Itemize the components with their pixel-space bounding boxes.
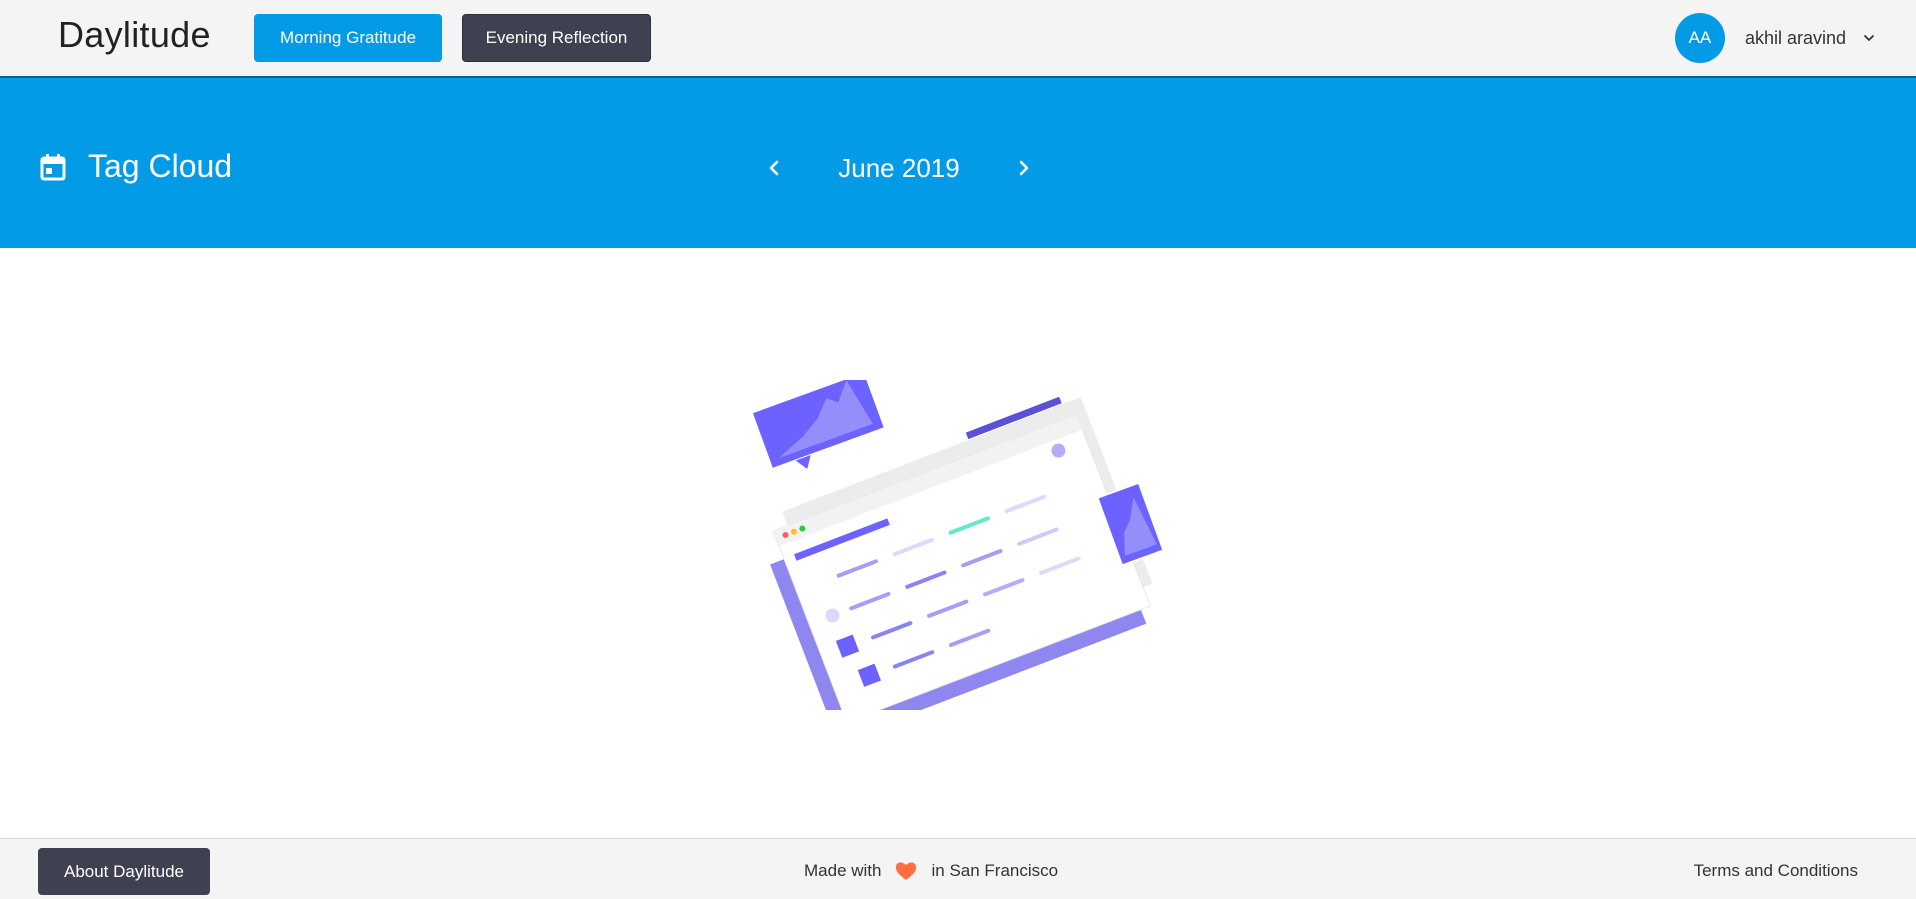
user-menu[interactable]: AA akhil aravind [1674,12,1876,64]
about-button[interactable]: About Daylitude [38,848,210,895]
month-navigator: June 2019 [760,148,1038,188]
current-month: June 2019 [838,152,960,183]
made-with-text: Made with in San Francisco [804,861,1058,881]
evening-reflection-button[interactable]: Evening Reflection [462,14,651,62]
top-navbar: Daylitude Morning Gratitude Evening Refl… [0,0,1916,78]
empty-state-illustration [750,380,1165,710]
chevron-down-icon[interactable] [1862,31,1876,45]
chevron-left-icon[interactable] [766,159,782,177]
user-name[interactable]: akhil aravind [1745,28,1846,49]
brand-logo[interactable]: Daylitude [58,14,211,56]
next-month-button[interactable] [1010,154,1038,182]
made-suffix: in San Francisco [931,861,1059,880]
prev-month-button[interactable] [760,154,788,182]
page-title: Tag Cloud [88,148,233,184]
made-prefix: Made with [804,861,882,880]
footer: About Daylitude Made with in San Francis… [0,838,1916,899]
header-title-group: Tag Cloud [40,148,232,185]
terms-link[interactable]: Terms and Conditions [1694,861,1858,881]
morning-gratitude-button[interactable]: Morning Gratitude [254,14,442,62]
calendar-icon [40,153,66,180]
page-header: Tag Cloud June 2019 [0,78,1916,248]
avatar[interactable]: AA [1674,13,1725,63]
chevron-right-icon[interactable] [1016,159,1032,177]
heart-icon [896,862,917,880]
